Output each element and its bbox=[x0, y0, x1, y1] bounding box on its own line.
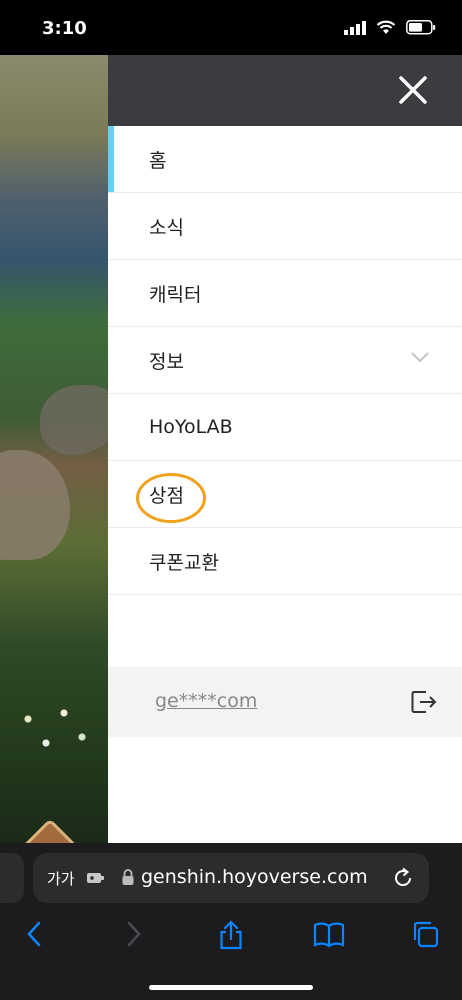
chevron-down-icon[interactable] bbox=[410, 351, 430, 363]
menu-item-label: 정보 bbox=[149, 350, 184, 373]
menu-item-shop[interactable]: 상점 bbox=[108, 461, 462, 528]
browser-bar: 가가 genshin.hoyoverse.com bbox=[0, 843, 462, 1000]
cellular-signal-icon bbox=[344, 20, 366, 35]
menu-item-news[interactable]: 소식 bbox=[108, 193, 462, 260]
menu-item-label: 소식 bbox=[149, 216, 184, 239]
logout-icon[interactable] bbox=[409, 688, 437, 716]
reload-icon[interactable] bbox=[391, 866, 415, 890]
url-text: genshin.hoyoverse.com bbox=[141, 866, 368, 888]
wifi-icon bbox=[376, 20, 396, 34]
game-background-image: 「일 bbox=[0, 55, 108, 843]
browser-toolbar bbox=[0, 915, 462, 955]
home-indicator bbox=[149, 985, 313, 990]
menu-item-hoyolab[interactable]: HoYoLAB bbox=[108, 394, 462, 461]
menu-list: 홈 소식 캐릭터 정보 HoYoLAB 상점 쿠폰교환 bbox=[108, 126, 462, 595]
text-size-button[interactable]: 가가 bbox=[47, 868, 75, 889]
url-bar[interactable]: 가가 genshin.hoyoverse.com bbox=[33, 853, 429, 903]
bookmarks-icon[interactable] bbox=[312, 919, 346, 949]
menu-item-label: HoYoLAB bbox=[149, 416, 233, 438]
menu-item-home[interactable]: 홈 bbox=[108, 126, 462, 193]
highlight-circle-annotation bbox=[136, 473, 206, 523]
close-icon[interactable] bbox=[398, 75, 428, 105]
back-icon[interactable] bbox=[24, 919, 46, 949]
extension-icon[interactable] bbox=[85, 870, 105, 886]
game-emblem-icon bbox=[10, 818, 90, 843]
status-bar: 3:10 bbox=[0, 0, 462, 55]
menu-item-characters[interactable]: 캐릭터 bbox=[108, 260, 462, 327]
status-time: 3:10 bbox=[42, 18, 87, 39]
lock-icon bbox=[122, 869, 134, 885]
status-icons bbox=[344, 20, 436, 35]
menu-item-info[interactable]: 정보 bbox=[108, 327, 462, 394]
account-bar: ge****com bbox=[108, 667, 462, 737]
tabs-icon[interactable] bbox=[410, 919, 440, 949]
battery-icon bbox=[406, 20, 436, 35]
share-icon[interactable] bbox=[217, 919, 245, 951]
side-menu: 홈 소식 캐릭터 정보 HoYoLAB 상점 쿠폰교환 ge****com bbox=[108, 55, 462, 843]
previous-tab-preview[interactable] bbox=[0, 853, 24, 903]
menu-item-label: 캐릭터 bbox=[149, 283, 202, 306]
menu-item-label: 쿠폰교환 bbox=[149, 551, 219, 574]
menu-item-label: 홈 bbox=[149, 149, 167, 172]
account-email-link[interactable]: ge****com bbox=[155, 690, 257, 712]
menu-header bbox=[108, 55, 462, 126]
forward-icon[interactable] bbox=[122, 919, 144, 949]
menu-item-coupon[interactable]: 쿠폰교환 bbox=[108, 528, 462, 595]
